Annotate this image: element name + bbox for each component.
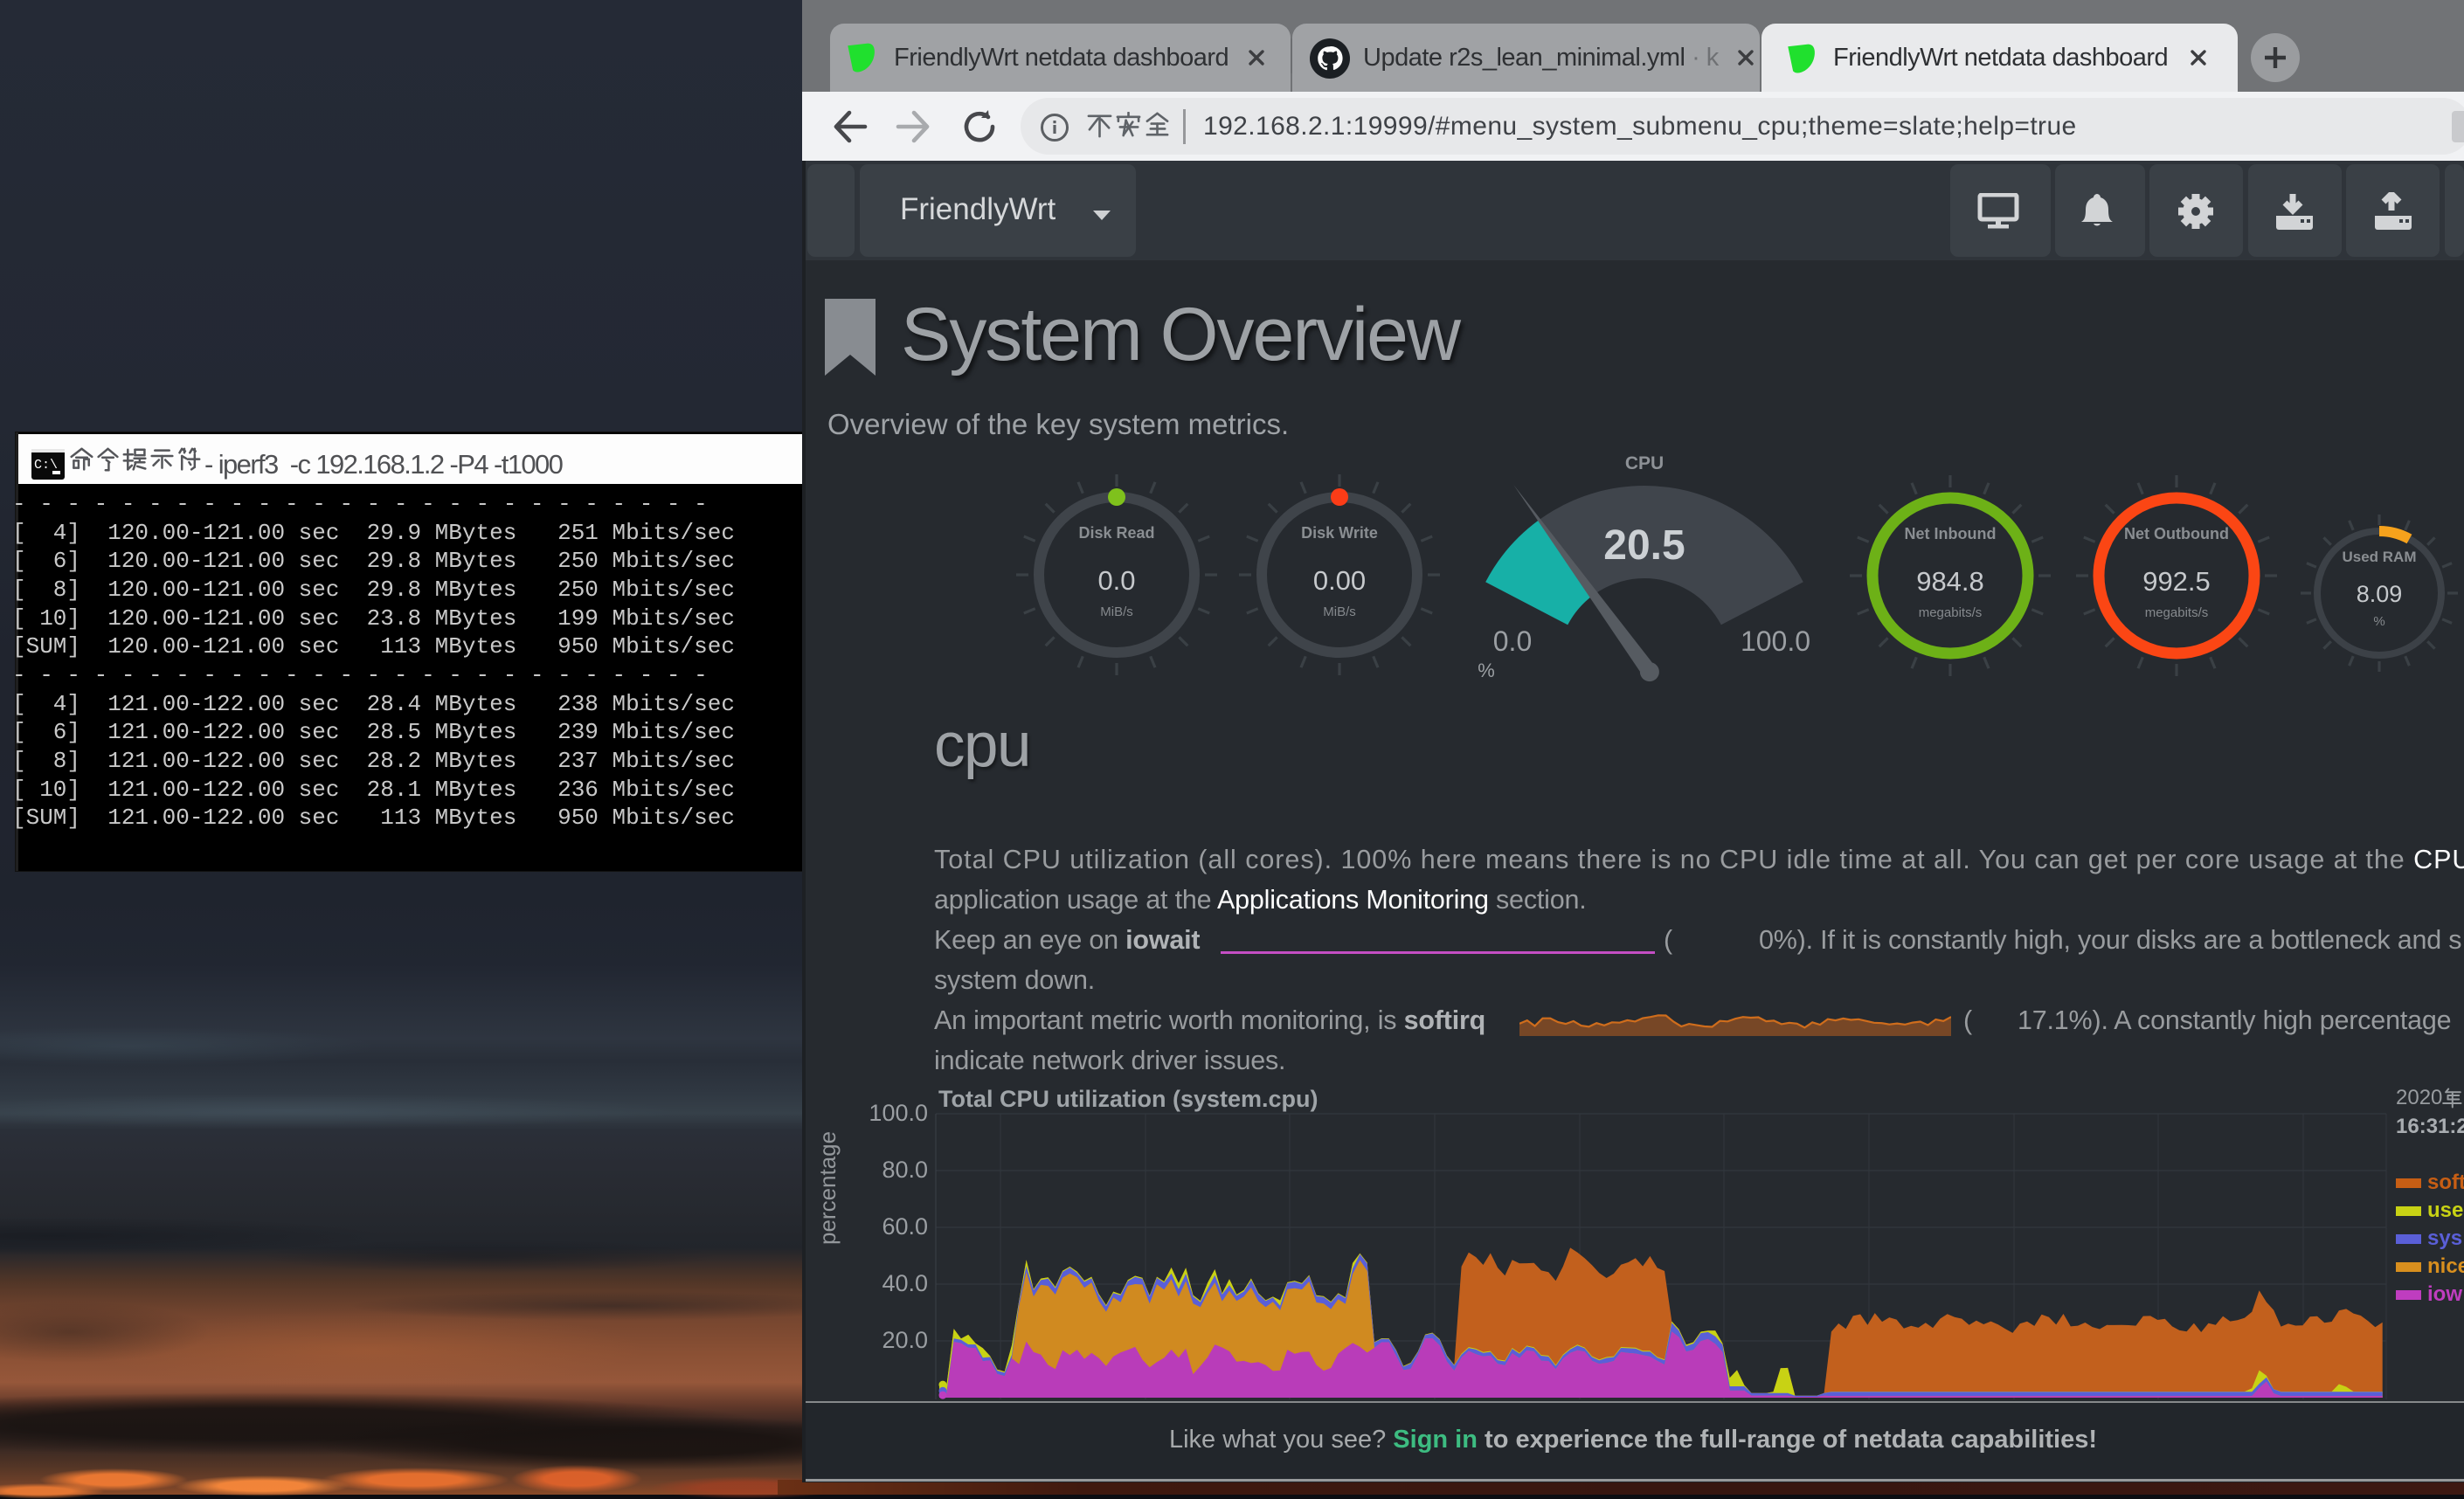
svg-text:%: % [2373,614,2384,629]
svg-text:MiB/s: MiB/s [1323,604,1356,619]
svg-text:0.0: 0.0 [1493,625,1532,657]
svg-text:C:\: C:\ [34,458,58,473]
svg-text:0.0: 0.0 [1097,565,1135,596]
svg-text:Used RAM: Used RAM [2342,549,2416,565]
svg-text:Disk Read: Disk Read [1078,524,1154,542]
svg-text:MiB/s: MiB/s [1100,604,1133,619]
svg-text:8.09: 8.09 [2357,581,2403,607]
svg-text:megabits/s: megabits/s [2145,605,2209,620]
svg-text:100.0: 100.0 [1741,625,1810,657]
svg-text:CPU: CPU [1625,453,1664,473]
svg-text:992.5: 992.5 [2142,566,2211,597]
svg-text:0.00: 0.00 [1313,565,1366,596]
svg-text:984.8: 984.8 [1916,566,1984,597]
svg-text:%: % [1478,660,1495,681]
svg-text:20.5: 20.5 [1603,522,1685,569]
svg-text:Net Inbound: Net Inbound [1905,525,1997,542]
svg-text:megabits/s: megabits/s [1919,605,1983,620]
svg-text:Disk Write: Disk Write [1301,524,1378,542]
svg-text:Net Outbound: Net Outbound [2124,525,2229,542]
